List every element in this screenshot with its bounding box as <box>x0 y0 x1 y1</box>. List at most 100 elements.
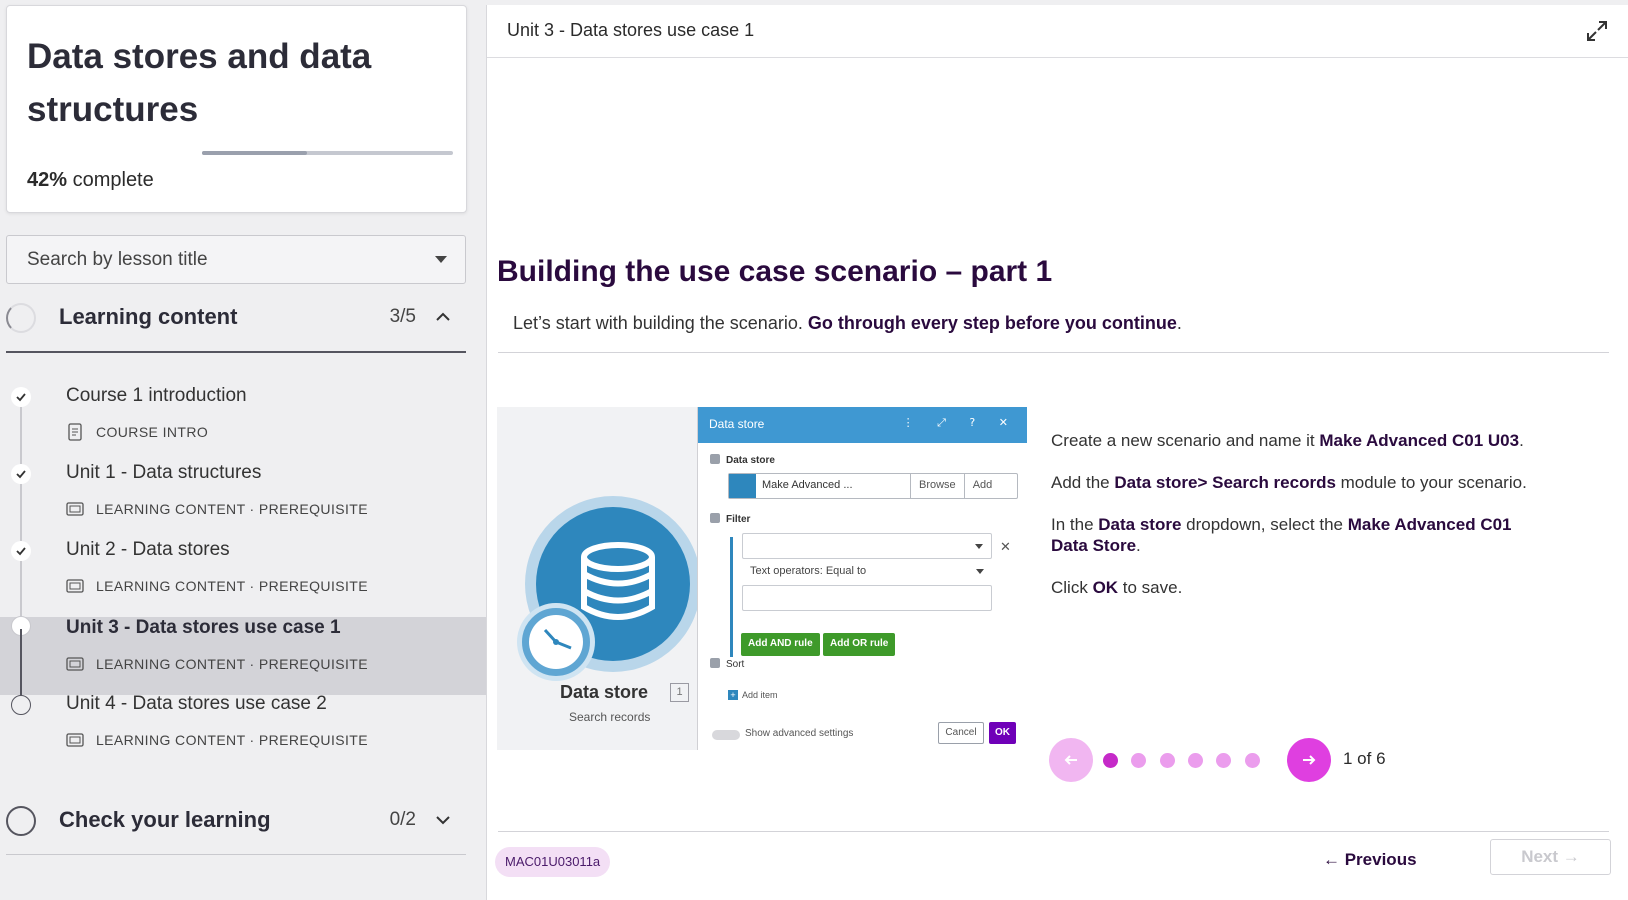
lesson-meta: LEARNING CONTENT · PREREQUISITE <box>66 655 368 673</box>
progress-text: 42% complete <box>27 169 154 192</box>
search-placeholder: Search by lesson title <box>27 249 208 270</box>
content-divider <box>498 352 1609 353</box>
check-icon <box>16 470 26 479</box>
lesson-heading: Building the use case scenario – part 1 <box>497 255 1053 288</box>
browse-button: Browse <box>911 474 965 498</box>
section-count: 3/5 <box>389 306 416 327</box>
add-button: Add <box>972 479 993 491</box>
section-learning-content[interactable]: Learning content 3/5 <box>6 294 466 344</box>
section-title: Sort <box>726 659 745 670</box>
carousel-dot[interactable] <box>1103 753 1118 768</box>
add-item-link: + Add item <box>728 690 778 700</box>
section-title: Data store <box>726 455 775 466</box>
section-check-your-learning[interactable]: Check your learning 0/2 <box>6 797 466 847</box>
lesson-connector <box>20 629 22 695</box>
course-title: Data stores and data structures <box>27 37 372 129</box>
progress-bar-fill <box>202 151 308 155</box>
step-emphasis: OK <box>1092 578 1119 597</box>
caret-down-icon <box>975 544 983 549</box>
next-button[interactable]: Next → <box>1490 839 1611 875</box>
lesson-meta-text: LEARNING CONTENT · PREREQUISITE <box>96 578 368 594</box>
step-emphasis: Data store <box>1098 515 1182 534</box>
step-2: Add the Data store> Search records modul… <box>1051 472 1551 493</box>
carousel-dot[interactable] <box>1160 753 1175 768</box>
step-1: Create a new scenario and name it Make A… <box>1051 430 1551 451</box>
carousel-dot[interactable] <box>1245 753 1260 768</box>
lesson-title: Course 1 introduction <box>66 385 247 406</box>
lesson-item[interactable]: Unit 2 - Data stores LEARNING CONTENT · … <box>0 530 486 610</box>
lesson-search-dropdown[interactable]: Search by lesson title <box>6 235 466 284</box>
intro-end: . <box>1176 313 1182 333</box>
lesson-header-title: Unit 3 - Data stores use case 1 <box>507 20 755 40</box>
carousel-pager: 1 of 6 <box>1343 749 1386 768</box>
course-sidebar: Data stores and data structures 42% comp… <box>0 0 486 900</box>
step-text: Add the <box>1051 473 1115 492</box>
check-icon <box>16 547 26 556</box>
expand-icon[interactable] <box>1585 19 1609 43</box>
dialog-header-icons: ⋮ ⤢ ? ✕ <box>902 416 1018 429</box>
progress-bar <box>202 151 453 155</box>
collapse-icon <box>710 513 720 523</box>
step-emphasis: Data store> Search records <box>1114 473 1336 492</box>
previous-button[interactable]: ← Previous <box>1323 850 1417 870</box>
lesson-complete-status <box>11 541 31 561</box>
schedule-clock-icon <box>517 603 595 681</box>
section-count: 0/2 <box>389 809 416 830</box>
module-settings-dialog: Data store ⋮ ⤢ ? ✕ Data store Make Advan… <box>697 407 1027 750</box>
clock-hands <box>543 628 572 650</box>
lesson-content-panel: Unit 3 - Data stores use case 1 Building… <box>486 5 1628 900</box>
step-text: dropdown, select the <box>1181 515 1348 534</box>
module-number-badge: 1 <box>670 683 689 702</box>
caret-down-icon <box>435 256 447 263</box>
lesson-title: Unit 4 - Data stores use case 2 <box>66 693 327 714</box>
filter-value-field <box>742 585 992 611</box>
carousel-dot[interactable] <box>1131 753 1146 768</box>
lesson-item[interactable]: Unit 1 - Data structures LEARNING CONTEN… <box>0 453 486 533</box>
lesson-intro: Let’s start with building the scenario. … <box>513 313 1182 334</box>
section-divider <box>6 351 466 353</box>
lesson-todo-status <box>11 695 31 715</box>
intro-emphasis: Go through every step before you continu… <box>807 313 1177 333</box>
filter-operator-select: Text operators: Equal to <box>742 559 992 585</box>
document-icon <box>68 423 82 441</box>
lesson-item[interactable]: Unit 4 - Data stores use case 2 LEARNING… <box>0 684 486 764</box>
lesson-meta: LEARNING CONTENT · PREREQUISITE <box>66 731 368 749</box>
lesson-code-badge: MAC01U03011a <box>495 847 611 877</box>
carousel-dot[interactable] <box>1216 753 1231 768</box>
lesson-item[interactable]: Course 1 introduction COURSE INTRO <box>0 376 486 456</box>
lesson-meta: COURSE INTRO <box>66 423 208 441</box>
dialog-title: Data store <box>709 417 765 431</box>
step-text: . <box>1519 431 1524 450</box>
add-item-label: Add item <box>742 690 778 700</box>
chevron-down-icon[interactable] <box>434 811 452 829</box>
step-3: In the Data store dropdown, select the M… <box>1051 514 1551 556</box>
collapse-icon <box>710 658 720 668</box>
carousel-dot[interactable] <box>1188 753 1203 768</box>
advanced-settings-toggle <box>712 730 740 740</box>
section-divider <box>6 854 466 855</box>
datastore-select-value: Make Advanced ... <box>756 474 911 498</box>
lesson-header: Unit 3 - Data stores use case 1 <box>487 5 1628 58</box>
step-carousel: 1 of 6 <box>1049 738 1409 782</box>
carousel-prev-button[interactable] <box>1049 738 1093 782</box>
arrow-right-icon <box>1303 755 1316 765</box>
step-screenshot: Data store 1 Search records Data store ⋮… <box>497 407 1027 750</box>
lesson-meta-text: LEARNING CONTENT · PREREQUISITE <box>96 656 368 672</box>
lesson-meta: LEARNING CONTENT · PREREQUISITE <box>66 500 368 518</box>
chevron-up-icon[interactable] <box>434 308 452 326</box>
lesson-title: Unit 1 - Data structures <box>66 462 262 483</box>
operator-label: Text operators: Equal to <box>750 565 867 577</box>
module-label: Data store <box>560 682 649 702</box>
step-text: Click <box>1051 578 1093 597</box>
slides-icon <box>66 502 84 516</box>
lesson-complete-status <box>11 464 31 484</box>
section-progress-icon <box>6 806 36 836</box>
lesson-complete-status <box>11 387 31 407</box>
section-progress-icon <box>6 303 36 333</box>
lesson-meta-text: LEARNING CONTENT · PREREQUISITE <box>96 501 368 517</box>
filter-indicator <box>730 537 733 657</box>
dialog-header: Data store ⋮ ⤢ ? ✕ <box>698 407 1027 443</box>
step-text: Create a new scenario and name it <box>1051 431 1320 450</box>
advanced-settings-label: Show advanced settings <box>745 728 854 739</box>
carousel-next-button[interactable] <box>1287 738 1331 782</box>
